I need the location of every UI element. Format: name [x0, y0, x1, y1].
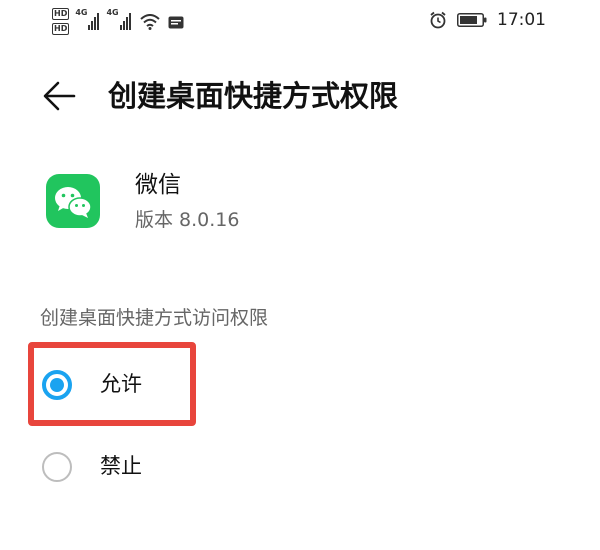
network-type-2: 4G: [106, 8, 119, 17]
wifi-icon: [139, 14, 160, 30]
status-bar-right: 17:01: [429, 10, 546, 30]
arrow-left-icon: [43, 81, 76, 111]
option-label: 允许: [100, 372, 142, 396]
status-time: 17:01: [497, 10, 546, 30]
app-name: 微信: [135, 172, 181, 198]
hd-indicators: HD HD: [52, 8, 70, 35]
hd-badge-1: HD: [52, 8, 70, 20]
status-bar: HD HD 4G 4G 17:01: [0, 0, 600, 48]
wechat-icon: [46, 174, 100, 228]
network-type-1: 4G: [75, 8, 88, 17]
back-button[interactable]: [40, 78, 80, 114]
app-version: 版本 8.0.16: [135, 209, 240, 231]
status-bar-left: HD HD 4G 4G: [52, 8, 184, 42]
option-deny[interactable]: 禁止: [28, 424, 196, 508]
screen: HD HD 4G 4G 17:01 创建桌面快捷方式权限 微信 版本 8.0.1…: [0, 0, 600, 550]
header: 创建桌面快捷方式权限: [0, 70, 600, 122]
message-icon: [168, 16, 184, 29]
radio-selected-icon[interactable]: [42, 370, 72, 400]
signal-icon: 4G: [106, 8, 131, 30]
hd-badge-2: HD: [52, 23, 70, 35]
section-label: 创建桌面快捷方式访问权限: [40, 307, 269, 329]
battery-icon: [457, 13, 487, 27]
option-label: 禁止: [100, 454, 142, 478]
page-title: 创建桌面快捷方式权限: [108, 79, 399, 113]
alarm-icon: [430, 11, 446, 29]
option-allow[interactable]: 允许: [28, 342, 196, 426]
signal-icon: 4G: [75, 8, 100, 30]
radio-unselected-icon[interactable]: [42, 452, 72, 482]
